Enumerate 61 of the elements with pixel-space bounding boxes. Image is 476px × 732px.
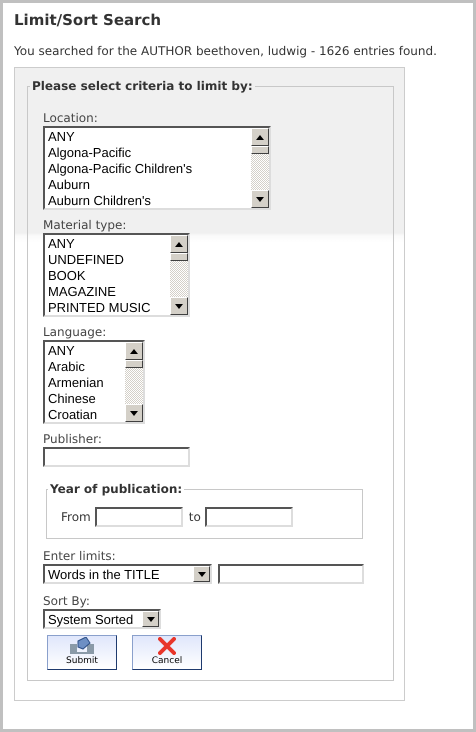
list-box[interactable]: ANY Arabic Armenian Chinese Croatian <box>43 340 145 424</box>
scroll-thumb[interactable] <box>170 253 188 261</box>
list-option[interactable]: Arabic <box>48 359 125 375</box>
down-triangle-icon <box>175 304 183 308</box>
scroll-up-button[interactable] <box>170 235 188 253</box>
list-option[interactable]: PRINTED MUSIC <box>48 300 170 315</box>
field-label: From <box>61 510 91 524</box>
field-label: Language: <box>43 324 108 340</box>
scrollbar[interactable] <box>125 342 143 422</box>
list-box[interactable]: ANY Algona-Pacific Algona-Pacific Children's Auburn Auburn Children's <box>43 126 271 210</box>
up-triangle-icon <box>175 242 183 246</box>
fieldset-legend: Please select criteria to limit by: <box>30 78 255 94</box>
list-option[interactable]: Auburn <box>48 177 251 193</box>
list-option[interactable]: Auburn Children's <box>48 193 251 208</box>
submit-button[interactable]: Submit <box>47 635 117 670</box>
field-label: to <box>188 510 201 524</box>
list-option[interactable]: BOOK <box>48 268 170 284</box>
list-box[interactable]: ANY UNDEFINED BOOK MAGAZINE PRINTED MUSIC <box>43 233 190 317</box>
up-triangle-icon <box>256 134 264 140</box>
down-triangle-icon <box>256 196 264 202</box>
field-label: Location: <box>43 110 99 126</box>
dropdown-button[interactable] <box>142 611 159 627</box>
list-option[interactable]: Armenian <box>48 375 125 391</box>
list-option[interactable]: Croatian <box>48 407 125 422</box>
down-triangle-icon <box>130 410 138 416</box>
page-title: Limit/Sort Search <box>14 10 162 30</box>
scrollbar[interactable] <box>170 235 188 315</box>
list-option[interactable]: Algona-Pacific Children's <box>48 161 251 177</box>
list-option[interactable]: ANY <box>48 343 125 359</box>
dropdown-button[interactable] <box>193 566 210 582</box>
year-to-field[interactable] <box>204 507 293 527</box>
year-from-field[interactable] <box>94 507 183 527</box>
cross-icon <box>158 637 176 655</box>
scroll-down-button[interactable] <box>170 297 188 315</box>
scroll-thumb[interactable] <box>125 360 143 368</box>
field-label: Publisher: <box>43 431 103 447</box>
list-option[interactable]: MAGAZINE <box>48 284 170 300</box>
sort-dropdown[interactable]: System Sorted <box>43 609 161 629</box>
up-triangle-icon <box>130 348 138 354</box>
limit-dropdown[interactable]: Words in the TITLE <box>43 564 212 584</box>
cancel-button[interactable]: Cancel <box>132 635 202 670</box>
scrollbar[interactable] <box>251 128 269 208</box>
list-option[interactable]: Chinese <box>48 391 125 407</box>
fieldset-legend: Year of publication: <box>48 481 184 497</box>
scroll-down-button[interactable] <box>125 404 143 422</box>
scroll-up-button[interactable] <box>251 128 269 146</box>
field-label: Sort By: <box>43 593 91 609</box>
limit-text-field[interactable] <box>218 564 364 584</box>
down-triangle-icon <box>146 616 154 622</box>
field-label: Material type: <box>43 217 128 233</box>
down-triangle-icon <box>198 572 206 576</box>
scroll-down-button[interactable] <box>251 190 269 208</box>
list-option[interactable]: ANY <box>48 236 170 252</box>
list-option[interactable]: UNDEFINED <box>48 252 170 268</box>
field-label: Enter limits: <box>43 548 117 564</box>
list-option[interactable]: ANY <box>48 129 251 145</box>
list-option[interactable]: Algona-Pacific <box>48 145 251 161</box>
search-summary: You searched for the AUTHOR beethoven, ludwig - 1626 entries found. <box>14 43 438 59</box>
scroll-thumb[interactable] <box>251 146 269 154</box>
publisher-field[interactable] <box>43 447 190 467</box>
scroll-up-button[interactable] <box>125 342 143 360</box>
